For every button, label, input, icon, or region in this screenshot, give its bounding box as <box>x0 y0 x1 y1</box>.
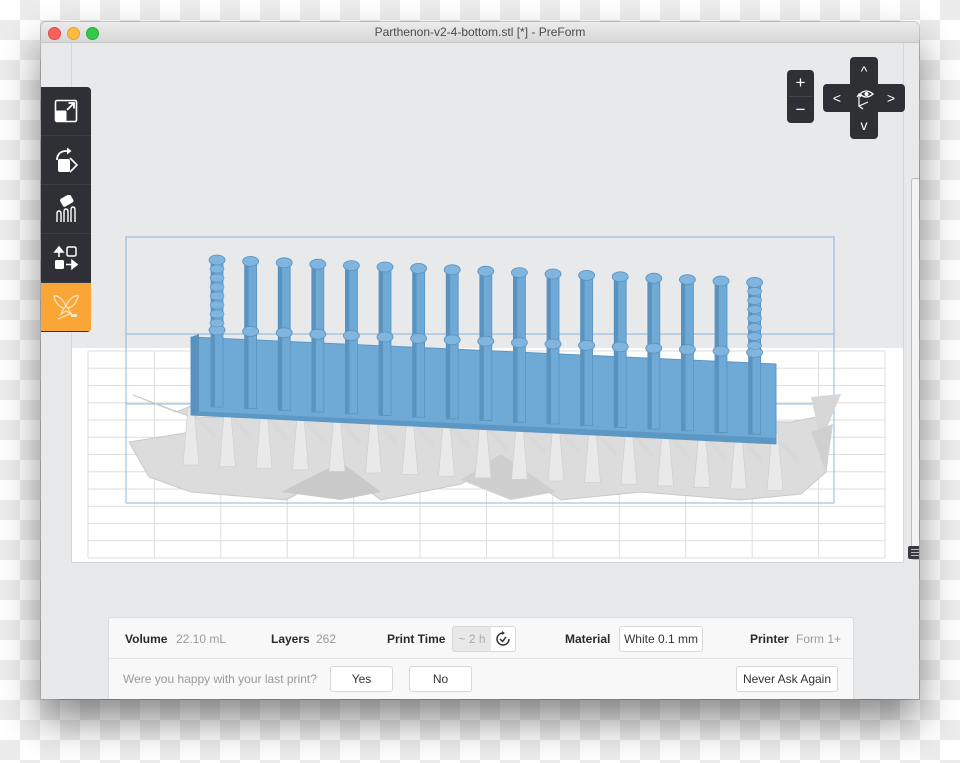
column-shade <box>715 281 719 433</box>
column-capital <box>242 255 260 267</box>
column-drum <box>747 332 762 341</box>
zoom-out-button[interactable]: − <box>787 97 814 123</box>
sidebar-item-orientation[interactable] <box>41 136 91 185</box>
column-drum <box>209 300 225 310</box>
parthenon-model <box>190 254 777 445</box>
column-capital <box>275 257 293 269</box>
column-capital <box>410 262 428 274</box>
column-capital <box>746 276 763 288</box>
column-capital <box>208 254 226 266</box>
column-capital <box>544 268 562 280</box>
column-capital <box>645 272 663 284</box>
layers-value: 262 <box>316 632 337 646</box>
refresh-check-icon <box>496 631 510 646</box>
column-capital <box>477 335 495 347</box>
column-capital <box>510 267 528 279</box>
camera-pan-control: ^ v < > <box>823 57 905 139</box>
sidebar-item-print[interactable] <box>41 283 91 331</box>
app-window: Parthenon-v2-4-bottom.stl [*] - PreForm <box>41 22 919 699</box>
printer-label: Printer <box>750 632 789 646</box>
model-slab-side <box>191 334 199 415</box>
column-drum <box>209 318 225 328</box>
never-ask-again-button[interactable]: Never Ask Again <box>736 666 838 692</box>
column-drum <box>747 341 762 350</box>
feedback-no-button[interactable]: No <box>409 666 472 692</box>
pan-down-button[interactable]: v <box>851 112 877 138</box>
column-capital <box>611 341 629 353</box>
column-capital <box>342 260 360 272</box>
print-info-panel: Volume 22.10 mL Layers 262 Print Time ~ … <box>108 617 854 699</box>
column-capital <box>510 337 528 349</box>
column-shade <box>614 276 619 428</box>
column-capital <box>544 338 562 350</box>
column-drum <box>747 287 762 296</box>
scale-icon <box>54 99 78 123</box>
column-capital <box>578 339 595 351</box>
zoom-in-button[interactable]: + <box>787 70 814 96</box>
refresh-print-time-button[interactable] <box>491 626 516 652</box>
print-time-value: ~ 2 h <box>452 626 492 652</box>
layout-icon <box>53 245 79 271</box>
feedback-yes-button[interactable]: Yes <box>330 666 393 692</box>
column-shade <box>681 279 686 431</box>
column-drum <box>747 314 762 323</box>
column-shade <box>647 278 652 430</box>
layer-slider-handle[interactable] <box>908 546 919 559</box>
column-capital <box>410 332 428 344</box>
column-capital <box>578 269 595 281</box>
job-summary-row: Volume 22.10 mL Layers 262 Print Time ~ … <box>109 618 853 659</box>
sidebar-item-layout[interactable] <box>41 234 91 283</box>
rotate-icon <box>56 147 79 173</box>
column-drum <box>747 305 762 314</box>
column-capital <box>712 275 730 287</box>
column-capital <box>309 328 327 340</box>
feedback-row: Were you happy with your last print? Yes… <box>109 659 853 699</box>
column-capital <box>376 331 394 343</box>
material-label: Material <box>565 632 611 646</box>
butterfly-print-icon <box>53 295 79 320</box>
material-selector[interactable]: White 0.1 mm <box>619 626 703 652</box>
column-capital <box>712 345 730 357</box>
supports-icon <box>56 195 76 222</box>
volume-label: Volume <box>125 632 168 646</box>
column-capital <box>679 274 696 286</box>
column-capital <box>679 344 696 356</box>
column-capital <box>342 330 360 342</box>
volume-value: 22.10 mL <box>176 632 227 646</box>
column-shade <box>748 282 753 435</box>
view-eye-axes-icon[interactable] <box>852 86 876 110</box>
column-capital <box>376 261 394 273</box>
column-drum <box>209 309 225 319</box>
print-time-label: Print Time <box>387 632 446 646</box>
layer-slider-track[interactable] <box>911 178 919 560</box>
column-drum <box>209 282 225 292</box>
zoom-controls: + − <box>787 70 814 123</box>
layers-label: Layers <box>271 632 310 646</box>
column-capital <box>443 334 461 346</box>
column-drum <box>747 323 762 332</box>
column-capital <box>645 342 663 354</box>
column-capital <box>275 327 293 339</box>
feedback-question: Were you happy with your last print? <box>123 672 317 686</box>
pan-up-button[interactable]: ^ <box>851 58 877 84</box>
column-drum <box>209 273 225 283</box>
column-drum <box>209 264 225 274</box>
column-drum <box>209 291 225 301</box>
column-capital <box>309 258 327 270</box>
column-capital <box>443 264 461 276</box>
column-capital <box>611 271 629 283</box>
column-capital <box>242 325 260 337</box>
pan-left-button[interactable]: < <box>824 85 850 111</box>
tool-sidebar <box>41 87 91 332</box>
sidebar-item-supports[interactable] <box>41 185 91 234</box>
column-drum <box>747 296 762 305</box>
pan-right-button[interactable]: > <box>878 85 904 111</box>
printer-value[interactable]: Form 1+ <box>796 632 841 646</box>
sidebar-item-scale[interactable] <box>41 87 91 136</box>
column-capital <box>477 265 495 277</box>
